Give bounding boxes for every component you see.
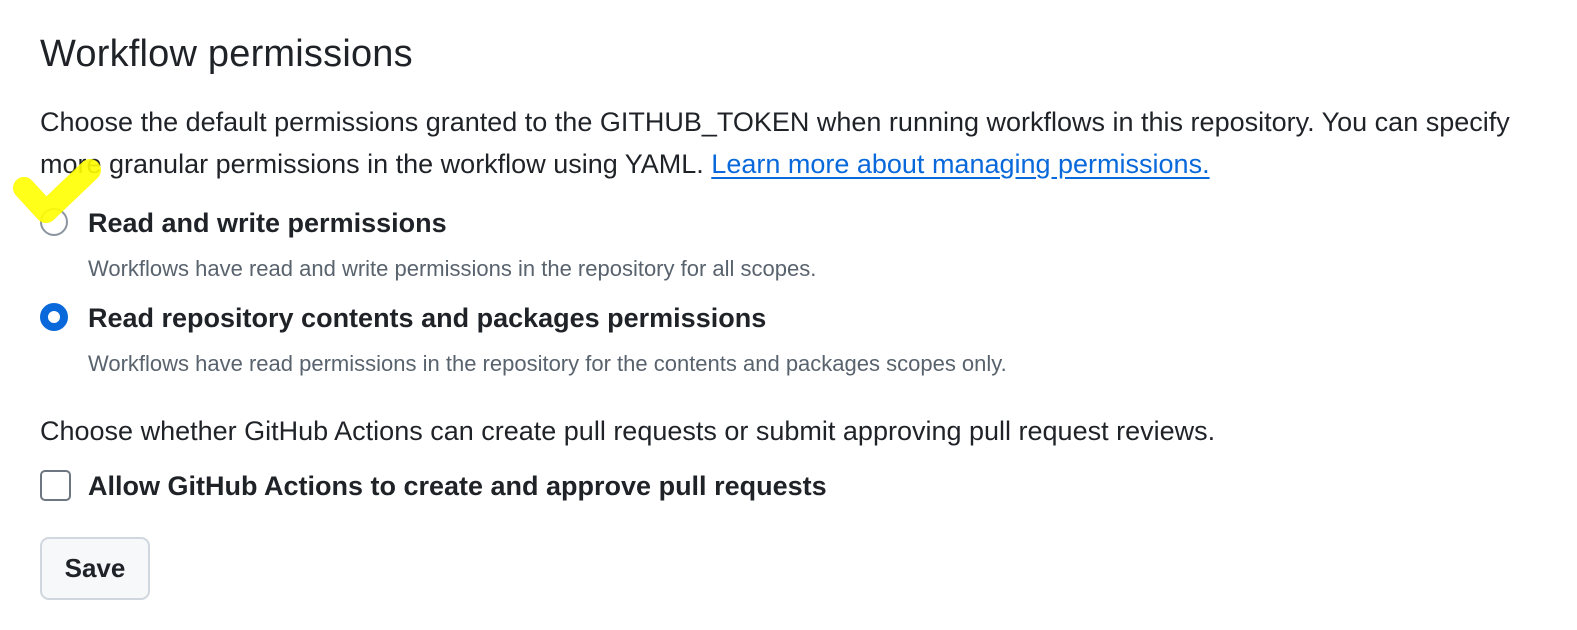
save-button[interactable]: Save <box>40 537 150 600</box>
radio-read-only[interactable] <box>40 303 68 331</box>
allow-pr-row[interactable]: Allow GitHub Actions to create and appro… <box>40 469 1240 503</box>
pull-request-prompt: Choose whether GitHub Actions can create… <box>40 416 1216 446</box>
option-read-only-description: Workflows have read permissions in the r… <box>88 351 1007 376</box>
radio-read-write[interactable] <box>40 208 68 236</box>
option-read-write-description: Workflows have read and write permission… <box>88 256 817 281</box>
section-description: Choose the default permissions granted t… <box>40 101 1560 185</box>
allow-pr-checkbox[interactable] <box>40 470 71 501</box>
learn-more-link[interactable]: Learn more about managing permissions. <box>711 149 1209 179</box>
option-read-write-label[interactable]: Read and write permissions <box>88 206 447 240</box>
option-read-only-label[interactable]: Read repository contents and packages pe… <box>88 301 766 335</box>
allow-pr-label[interactable]: Allow GitHub Actions to create and appro… <box>88 469 827 503</box>
section-title: Workflow permissions <box>40 33 413 75</box>
